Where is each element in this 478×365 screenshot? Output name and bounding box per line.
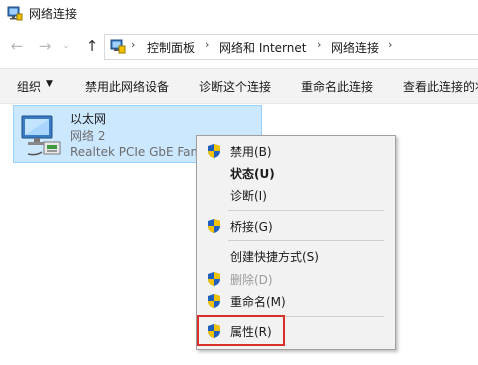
back-button[interactable]: ← (6, 30, 28, 62)
menu-item-disable-label: 禁用(B) (230, 145, 272, 159)
breadcrumb-separator-icon[interactable]: › (388, 38, 392, 51)
menu-item-diagnose[interactable]: 诊断(I) (197, 184, 395, 206)
up-arrow-icon: ↑ (85, 37, 99, 55)
uac-shield-icon (208, 144, 220, 158)
menu-separator (228, 210, 384, 211)
forward-arrow-icon: → (38, 37, 52, 55)
title-bar: 网络连接 (0, 0, 478, 28)
forward-button[interactable]: → (34, 30, 56, 62)
breadcrumb-network-internet[interactable]: 网络和 Internet (219, 39, 306, 56)
organize-button[interactable]: 组织 (17, 78, 41, 95)
uac-shield-icon (208, 272, 220, 286)
adapter-name: 以太网 (70, 112, 107, 126)
menu-item-diagnose-label: 诊断(I) (230, 189, 267, 203)
menu-separator (228, 240, 384, 241)
uac-shield-icon (208, 294, 220, 308)
control-panel-icon (110, 39, 126, 54)
highlight-box (197, 315, 285, 346)
address-bar[interactable]: › 控制面板 › 网络和 Internet › 网络连接 › (104, 34, 478, 60)
menu-item-create-shortcut-label: 创建快捷方式(S) (230, 250, 319, 264)
breadcrumb-network-connections[interactable]: 网络连接 (331, 39, 379, 56)
ethernet-adapter-icon (21, 115, 61, 156)
menu-item-rename-label: 重命名(M) (230, 295, 286, 309)
breadcrumb-separator-icon[interactable]: › (131, 38, 135, 51)
chevron-down-icon: ⌄ (62, 41, 70, 51)
menu-item-delete[interactable]: 删除(D) (197, 268, 395, 290)
menu-item-status-label: 状态(U) (230, 167, 275, 181)
view-status-button[interactable]: 查看此连接的状态 (403, 78, 478, 95)
network-connections-icon (7, 6, 23, 21)
dropdown-caret-icon: ▼ (46, 79, 53, 89)
breadcrumb-control-panel[interactable]: 控制面板 (147, 39, 195, 56)
rename-connection-button[interactable]: 重命名此连接 (301, 78, 373, 95)
menu-item-rename[interactable]: 重命名(M) (197, 290, 395, 312)
adapter-network: 网络 2 (70, 129, 106, 143)
disable-device-button[interactable]: 禁用此网络设备 (85, 78, 169, 95)
window-title: 网络连接 (29, 7, 78, 21)
navigation-row: ← → ⌄ ↑ › 控制面板 › 网络和 Internet › 网络连接 › (0, 30, 478, 62)
menu-item-delete-label: 删除(D) (230, 273, 273, 287)
menu-item-disable[interactable]: 禁用(B) (197, 140, 395, 162)
menu-item-status[interactable]: 状态(U) (197, 162, 395, 184)
menu-item-bridge-label: 桥接(G) (230, 220, 273, 234)
up-button[interactable]: ↑ (81, 30, 103, 62)
uac-shield-icon (208, 219, 220, 233)
menu-item-bridge[interactable]: 桥接(G) (197, 215, 395, 237)
diagnose-connection-button[interactable]: 诊断这个连接 (199, 78, 271, 95)
menu-item-create-shortcut[interactable]: 创建快捷方式(S) (197, 245, 395, 267)
breadcrumb-separator-icon[interactable]: › (317, 38, 321, 51)
breadcrumb-separator-icon[interactable]: › (205, 38, 209, 51)
command-toolbar: 组织 ▼ 禁用此网络设备 诊断这个连接 重命名此连接 查看此连接的状态 (0, 68, 478, 104)
recent-locations-button[interactable]: ⌄ (59, 30, 73, 62)
back-arrow-icon: ← (10, 37, 24, 55)
